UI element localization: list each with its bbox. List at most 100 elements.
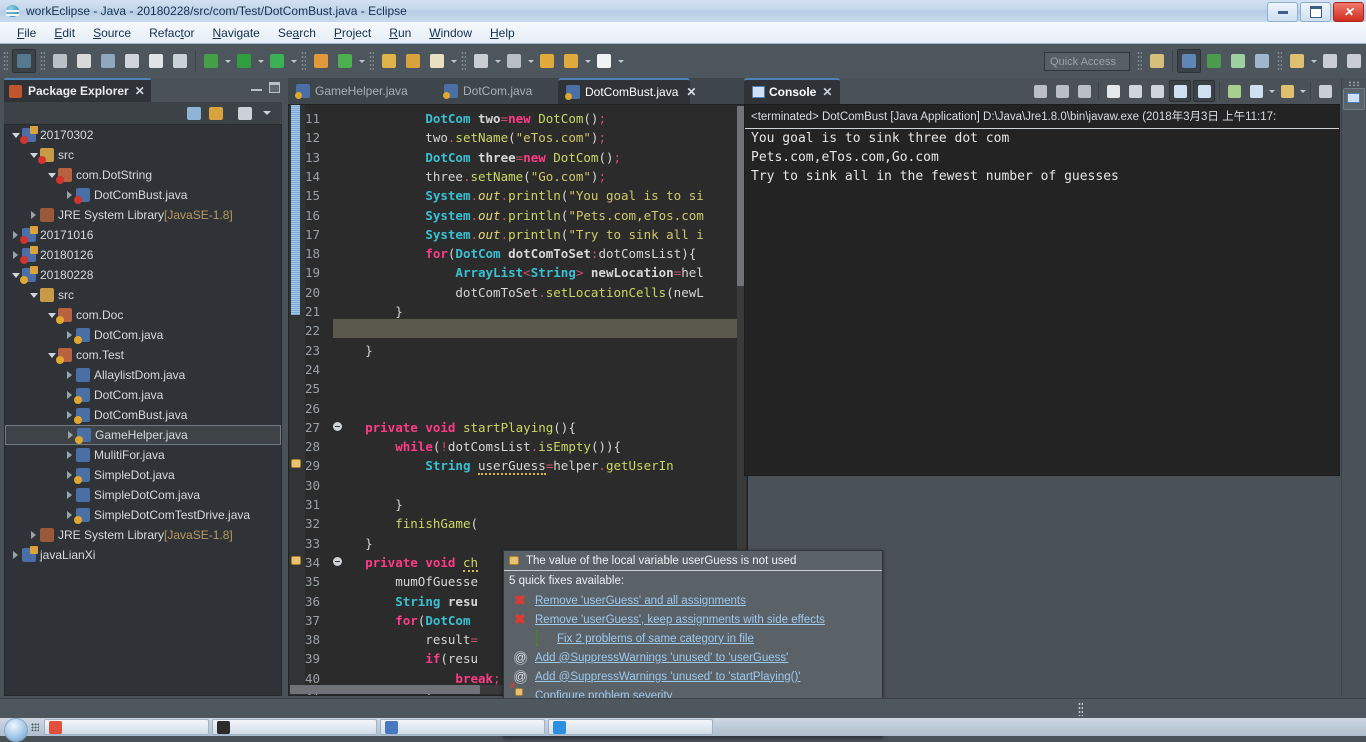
new-java-class-button[interactable] [97, 50, 119, 72]
show-console-when-output-changes-button[interactable] [1169, 80, 1191, 102]
tree-item-simpledotcomtestdrive-java[interactable]: SimpleDotComTestDrive.java [5, 505, 281, 525]
clear-console-button[interactable] [1125, 81, 1145, 101]
tree-item-dotcom-java[interactable]: DotCom.java [5, 385, 281, 405]
next-annotation-dropdown-arrow[interactable] [493, 50, 502, 72]
toolbar-grip-icon[interactable] [1277, 51, 1282, 71]
run-button[interactable] [233, 50, 255, 72]
package-explorer-tree[interactable]: 20170302 src com.DotString DotComBust.java J… [4, 124, 282, 696]
expand-arrow-icon[interactable] [63, 489, 76, 502]
open-type-button[interactable] [169, 50, 191, 72]
menu-window[interactable]: Window [420, 24, 481, 42]
code-line[interactable]: finishGame( [335, 514, 478, 533]
quick-fix-link[interactable]: Remove 'userGuess' and all assignments [535, 595, 746, 607]
menu-source[interactable]: Source [84, 24, 140, 42]
pin-console-button[interactable] [1193, 80, 1215, 102]
next-annotation-button[interactable] [470, 50, 492, 72]
tree-item-jre-system-library[interactable]: JRE System Library [JavaSE-1.8] [5, 205, 281, 225]
copy-button[interactable] [1343, 50, 1365, 72]
open-console-button[interactable] [1246, 81, 1266, 101]
tree-item-com-test[interactable]: com.Test [5, 345, 281, 365]
save-button[interactable] [121, 50, 143, 72]
edit-button[interactable] [426, 50, 448, 72]
warning-icon[interactable] [290, 554, 303, 567]
code-line[interactable]: while(!dotComsList.isEmpty()){ [335, 437, 621, 456]
code-line[interactable]: } [335, 341, 373, 360]
terminate-button[interactable] [1030, 81, 1050, 101]
new-java-package-button[interactable] [73, 50, 95, 72]
new-java-project-button[interactable] [310, 50, 332, 72]
code-line[interactable]: ArrayList<String> newLocation=hel [335, 263, 703, 282]
open-perspective-button[interactable] [1146, 50, 1168, 72]
taskbar-app-1[interactable] [44, 719, 209, 735]
taskbar-app-2[interactable] [212, 719, 377, 735]
quick-fix-item-0[interactable]: ✖ Remove 'userGuess' and all assignments [504, 591, 882, 610]
close-icon[interactable]: ✕ [135, 85, 145, 97]
toolbar-grip-icon[interactable] [1137, 51, 1142, 71]
prev-annotation-dropdown-arrow[interactable] [526, 50, 535, 72]
toolbar-grip-icon[interactable] [369, 51, 374, 71]
taskbar-app-3[interactable] [380, 719, 545, 735]
minimize-view-button[interactable] [251, 83, 262, 93]
restore-console-button[interactable] [1343, 88, 1365, 110]
quick-fix-item-1[interactable]: ✖ Remove 'userGuess', keep assignments wi… [504, 610, 882, 629]
open-console-file-button[interactable] [1103, 81, 1123, 101]
code-line[interactable]: dotComToSet.setLocationCells(newL [335, 283, 703, 302]
start-button[interactable] [0, 718, 44, 742]
menu-navigate[interactable]: Navigate [203, 24, 268, 42]
collapse-arrow-icon[interactable] [27, 289, 40, 302]
display-selected-console-button[interactable] [1224, 81, 1244, 101]
menu-refactor[interactable]: Refactor [140, 24, 203, 42]
debug-perspective-button[interactable] [1227, 50, 1249, 72]
tree-item-javalianxi[interactable]: javaLianXi [5, 545, 281, 565]
menu-search[interactable]: Search [269, 24, 325, 42]
maximize-button[interactable] [1300, 2, 1331, 22]
toolbar-grip-icon[interactable] [40, 51, 45, 71]
code-line[interactable]: private void ch [335, 553, 479, 572]
run-dropdown-arrow[interactable] [256, 50, 265, 72]
debug-button[interactable] [200, 50, 222, 72]
code-line[interactable]: DotCom two=new DotCom(); [335, 109, 606, 128]
forward-button[interactable] [593, 50, 615, 72]
tree-item-20171016[interactable]: 20171016 [5, 225, 281, 245]
tab-console[interactable]: Console ✕ [744, 78, 841, 104]
new-dropdown-arrow[interactable] [357, 50, 366, 72]
print-button[interactable] [145, 50, 167, 72]
tree-item-20180228[interactable]: 20180228 [5, 265, 281, 285]
tree-item-20170302[interactable]: 20170302 [5, 125, 281, 145]
back-dropdown-arrow[interactable] [583, 50, 592, 72]
menu-edit[interactable]: Edit [45, 24, 84, 42]
menu-file[interactable]: File [8, 24, 45, 42]
tree-item-src[interactable]: src [5, 145, 281, 165]
java-browsing-perspective-button[interactable] [1203, 50, 1225, 72]
code-line[interactable]: System.out.println("Pets.com,eTos.com [335, 206, 703, 225]
tree-item-src[interactable]: src [5, 285, 281, 305]
tree-item-dotcombust-java[interactable]: DotComBust.java [5, 185, 281, 205]
tree-item-dotcombust-java[interactable]: DotComBust.java [5, 405, 281, 425]
remove-launch-button[interactable] [1052, 81, 1072, 101]
open-folder-button[interactable] [402, 50, 424, 72]
code-line[interactable]: for(DotCom dotComToSet:dotComsList){ [335, 244, 696, 263]
quick-fix-item-2[interactable]: Fix 2 problems of same category in file [504, 629, 882, 648]
expand-arrow-icon[interactable] [63, 369, 76, 382]
warning-icon[interactable] [290, 457, 303, 470]
menu-help[interactable]: Help [481, 24, 524, 42]
code-line[interactable]: System.out.println("Try to sink all i [335, 225, 703, 244]
expand-arrow-icon[interactable] [9, 549, 22, 562]
code-line[interactable]: } [335, 534, 373, 553]
refresh-button[interactable] [334, 50, 356, 72]
code-line[interactable]: String resu [335, 592, 478, 611]
code-line[interactable]: mumOfGuesse [335, 572, 478, 591]
new-window-dropdown-arrow[interactable] [1309, 50, 1318, 72]
open-resource-button[interactable] [378, 50, 400, 72]
tree-item-gamehelper-java[interactable]: GameHelper.java [5, 425, 281, 445]
view-menu-button[interactable] [1315, 81, 1335, 101]
previous-annotation-button[interactable] [503, 50, 525, 72]
quick-fix-link[interactable]: Fix 2 problems of same category in file [557, 633, 754, 645]
console-output-panel[interactable]: <terminated> DotComBust [Java Applicatio… [744, 104, 1340, 476]
debug-dropdown-arrow[interactable] [223, 50, 232, 72]
close-button[interactable]: ✕ [1333, 2, 1364, 22]
taskbar-app-4[interactable] [548, 719, 713, 735]
resource-perspective-button[interactable] [1251, 50, 1273, 72]
back-button[interactable] [536, 50, 558, 72]
code-line[interactable]: for(DotCom [335, 611, 478, 630]
